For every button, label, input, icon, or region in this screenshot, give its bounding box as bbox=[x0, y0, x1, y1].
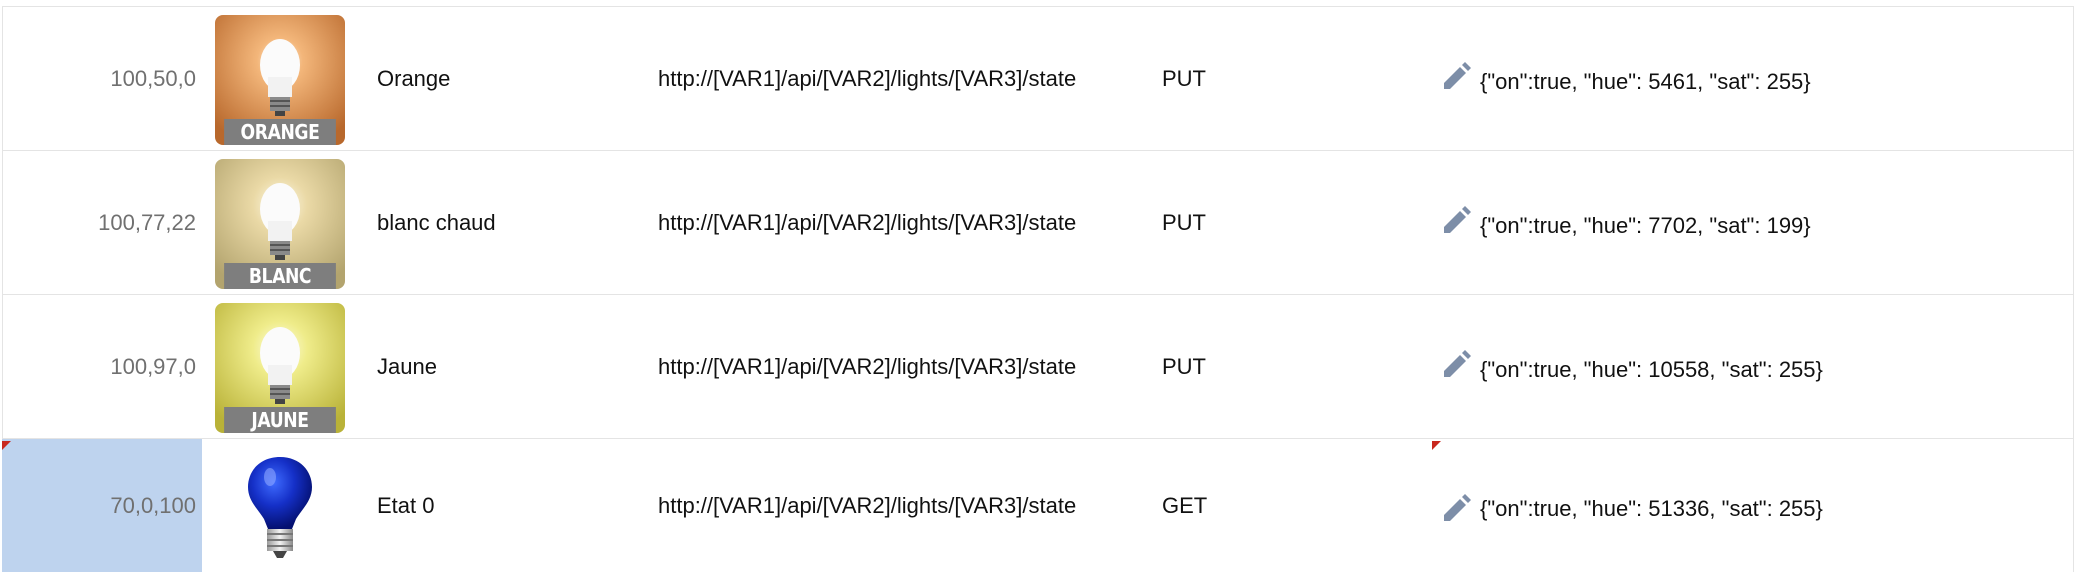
thumbnail-caption: ORANGE bbox=[224, 119, 336, 145]
blue-bulb-icon bbox=[248, 457, 312, 558]
table-row[interactable]: 100,77,22 BLANC CHAUD bl bbox=[2, 150, 2074, 294]
url-cell[interactable]: http://[VAR1]/api/[VAR2]/lights/[VAR3]/s… bbox=[658, 151, 1076, 294]
blanc-chaud-bulb-thumbnail: BLANC CHAUD bbox=[215, 159, 345, 289]
value-cell-selected[interactable]: 70,0,100 bbox=[2, 439, 202, 572]
name-cell[interactable]: Etat 0 bbox=[377, 439, 434, 572]
thumbnail-caption: JAUNE bbox=[224, 407, 336, 433]
body-cell[interactable]: {"on":true, "hue": 51336, "sat": 255} bbox=[1480, 439, 1823, 572]
name-cell[interactable]: Orange bbox=[377, 7, 450, 150]
orange-bulb-thumbnail: ORANGE bbox=[215, 15, 345, 145]
url-cell[interactable]: http://[VAR1]/api/[VAR2]/lights/[VAR3]/s… bbox=[658, 295, 1076, 438]
body-cell[interactable]: {"on":true, "hue": 7702, "sat": 199} bbox=[1480, 151, 1811, 294]
url-cell[interactable]: http://[VAR1]/api/[VAR2]/lights/[VAR3]/s… bbox=[658, 7, 1076, 150]
table-row[interactable]: 100,97,0 JAUNE Jaune http://[VAR1]/api/[… bbox=[2, 294, 2074, 438]
method-cell[interactable]: PUT bbox=[1162, 7, 1206, 150]
name-cell[interactable]: Jaune bbox=[377, 295, 437, 438]
value-cell[interactable]: 100,77,22 bbox=[2, 151, 202, 294]
method-cell[interactable]: PUT bbox=[1162, 295, 1206, 438]
url-cell[interactable]: http://[VAR1]/api/[VAR2]/lights/[VAR3]/s… bbox=[658, 439, 1076, 572]
comment-marker bbox=[2, 441, 11, 450]
body-cell[interactable]: {"on":true, "hue": 10558, "sat": 255} bbox=[1480, 295, 1823, 438]
jaune-bulb-thumbnail: JAUNE bbox=[215, 303, 345, 433]
thumbnail-caption: BLANC CHAUD bbox=[224, 263, 336, 289]
state-table: 100,50,0 ORANGE Orange http://[VAR1]/api… bbox=[0, 0, 2077, 572]
pencil-edit-icon[interactable] bbox=[1440, 491, 1472, 523]
value-cell[interactable]: 100,50,0 bbox=[2, 7, 202, 150]
method-cell[interactable]: PUT bbox=[1162, 151, 1206, 294]
comment-marker bbox=[1432, 441, 1441, 450]
body-cell[interactable]: {"on":true, "hue": 5461, "sat": 255} bbox=[1480, 7, 1811, 150]
pencil-edit-icon[interactable] bbox=[1440, 59, 1472, 91]
pencil-edit-icon[interactable] bbox=[1440, 203, 1472, 235]
method-cell[interactable]: GET bbox=[1162, 439, 1207, 572]
table-row[interactable]: 100,50,0 ORANGE Orange http://[VAR1]/api… bbox=[2, 6, 2074, 150]
pencil-edit-icon[interactable] bbox=[1440, 347, 1472, 379]
table-row[interactable]: 70,0,100 Etat 0 http://[VAR1]/api/[VAR2]… bbox=[2, 438, 2074, 572]
value-cell[interactable]: 100,97,0 bbox=[2, 295, 202, 438]
name-cell[interactable]: blanc chaud bbox=[377, 151, 496, 294]
